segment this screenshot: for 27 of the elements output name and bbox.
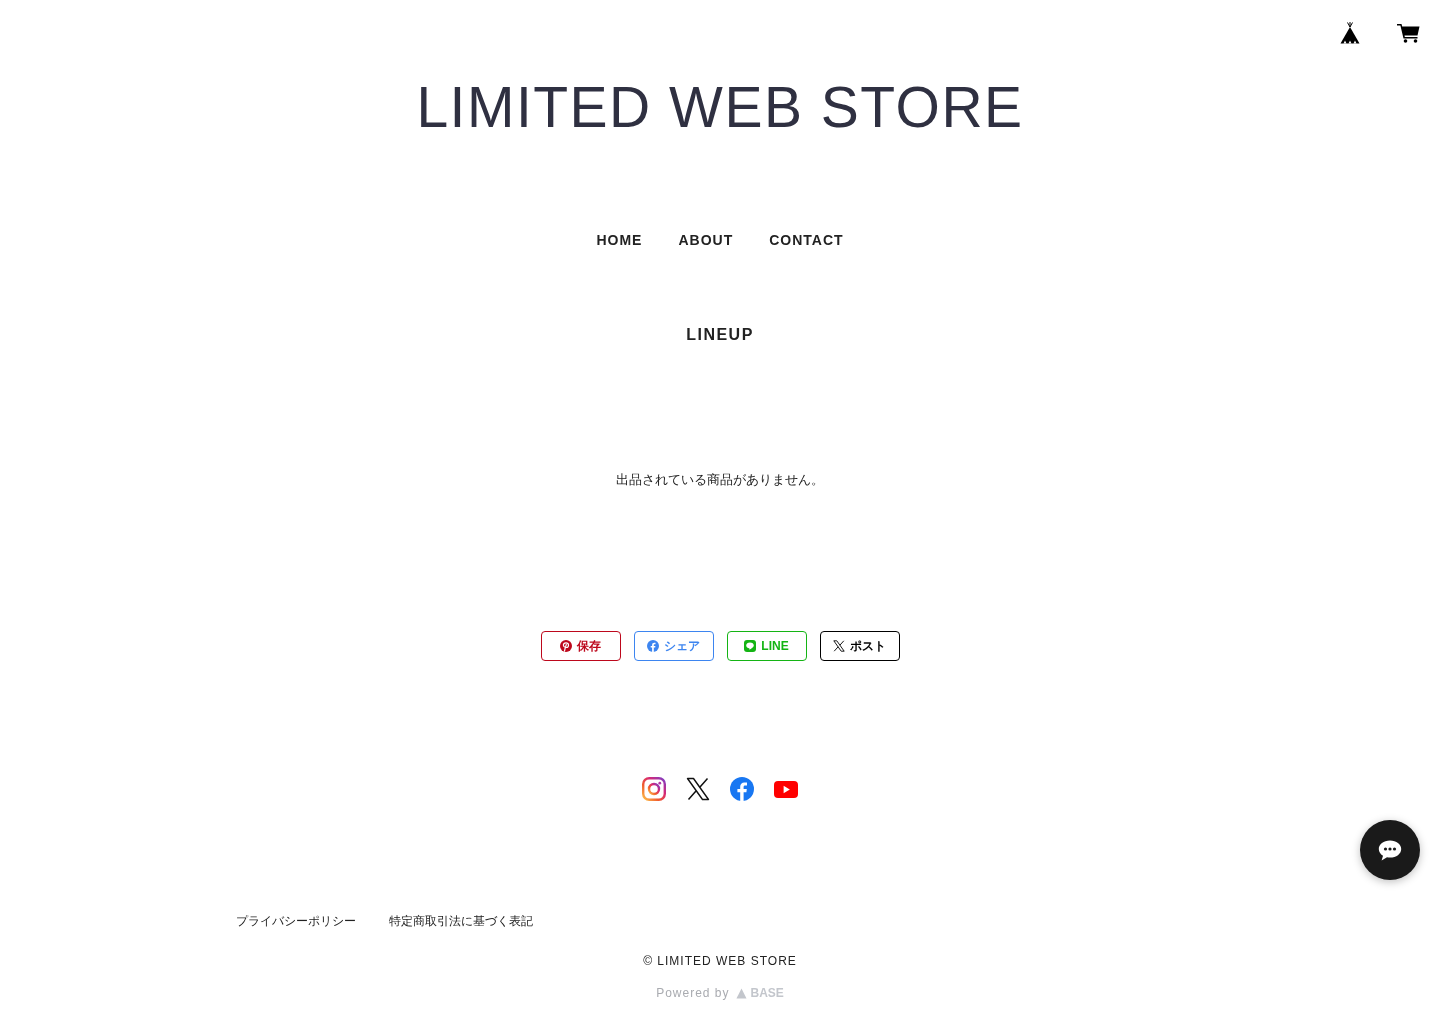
chat-button[interactable] bbox=[1360, 820, 1420, 880]
section-heading: LINEUP bbox=[686, 325, 754, 345]
instagram-icon[interactable] bbox=[642, 777, 666, 801]
tent-icon[interactable] bbox=[1340, 22, 1360, 44]
facebook-icon[interactable] bbox=[730, 777, 754, 801]
base-logo-text: BASE bbox=[750, 985, 784, 1002]
powered-by-text: Powered by bbox=[656, 985, 730, 1002]
empty-message: 出品されている商品がありません。 bbox=[616, 471, 824, 489]
youtube-icon[interactable] bbox=[774, 780, 798, 798]
cart-icon[interactable] bbox=[1397, 23, 1420, 43]
x-post-button[interactable]: ポスト bbox=[819, 631, 900, 661]
line-icon bbox=[744, 640, 757, 652]
pinterest-save-button[interactable]: 保存 bbox=[540, 631, 621, 661]
store-title: LIMITED WEB STORE bbox=[416, 77, 1024, 137]
facebook-icon bbox=[647, 640, 659, 652]
pinterest-icon bbox=[560, 640, 572, 652]
nav-link[interactable]: ABOUT bbox=[678, 230, 734, 250]
copyright-text: © LIMITED WEB STORE bbox=[643, 953, 797, 970]
x-icon bbox=[833, 640, 845, 652]
footer-link[interactable]: 特定商取引法に基づく表記 bbox=[389, 912, 533, 930]
nav-link[interactable]: HOME bbox=[596, 230, 643, 250]
nav-link[interactable]: CONTACT bbox=[769, 230, 844, 250]
chat-bubble-icon bbox=[1378, 839, 1402, 861]
x-logo-icon[interactable] bbox=[686, 777, 710, 801]
base-logo-icon bbox=[735, 987, 747, 999]
footer-link[interactable]: プライバシーポリシー bbox=[236, 912, 356, 930]
facebook-share-button[interactable]: シェア bbox=[633, 631, 714, 661]
